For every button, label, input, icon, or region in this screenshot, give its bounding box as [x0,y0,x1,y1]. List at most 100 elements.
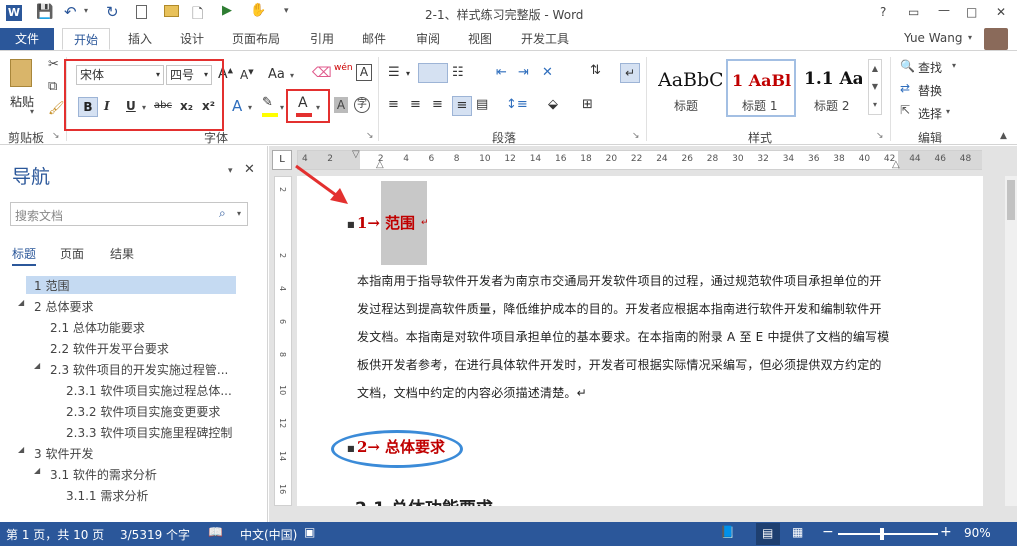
character-shading-icon[interactable]: A [334,97,348,113]
collapse-ribbon-icon[interactable]: ▲ [1000,131,1007,141]
replace-button[interactable]: 替换 [918,82,942,99]
web-layout-icon[interactable]: ▦ [792,525,803,539]
numbering-button[interactable] [418,63,448,83]
search-icon[interactable]: ⌕ [219,206,226,221]
styles-launcher-icon[interactable]: ↘ [876,131,884,141]
select-button[interactable]: 选择 [918,105,942,122]
user-name[interactable]: Yue Wang [904,31,962,45]
macro-icon[interactable]: ▣ [304,525,315,539]
tab-file[interactable]: 文件 [0,28,54,50]
font-launcher-icon[interactable]: ↘ [366,131,374,141]
first-indent-marker-icon[interactable]: ▽ [352,149,360,160]
increase-indent-icon[interactable]: ⇥ [518,65,529,80]
body-text-line[interactable]: 发文档。本指南是对软件项目承担单位的基本要求。在本指南的附录 A 至 E 中提供… [357,328,889,345]
scrollbar-thumb[interactable] [1007,180,1015,220]
bullets-icon[interactable]: ☰ [388,65,400,80]
find-dropdown-icon[interactable]: ▾ [952,61,956,70]
nav-options-icon[interactable]: ▾ [228,166,233,176]
undo-dropdown-icon[interactable]: ▾ [84,6,88,15]
tab-design[interactable]: 设计 [170,28,214,50]
replace-icon[interactable]: ⇄ [900,81,910,95]
nav-item[interactable]: 2.3.1 软件项目实施过程总体... [66,382,232,399]
close-button[interactable]: ✕ [996,5,1006,19]
tab-results[interactable]: 结果 [110,245,134,262]
nav-item[interactable]: 3.1 软件的需求分析 [50,466,157,483]
enclose-characters-icon[interactable]: 字 [354,97,370,113]
save-icon[interactable]: 💾 [36,4,53,20]
nav-item[interactable]: 2.3 软件项目的开发实施过程管... [50,361,228,378]
language[interactable]: 中文(中国) [240,526,297,543]
copy-icon[interactable]: ⧉ [48,79,57,94]
tab-mailings[interactable]: 邮件 [352,28,396,50]
zoom-out-icon[interactable]: − [822,524,834,540]
show-marks-button[interactable]: ↵ [620,63,640,83]
zoom-in-icon[interactable]: + [940,524,952,540]
collapse-icon[interactable]: ◢ [34,361,40,370]
page-count[interactable]: 第 1 页，共 10 页 [6,526,104,543]
body-text-line[interactable]: 本指南用于指导软件开发者为南京市交通局开发软件项目的过程，通过规范软件项目承担单… [357,272,882,289]
format-painter-icon[interactable]: 🖌 [48,101,65,116]
sort-icon[interactable]: ⇅ [590,63,601,78]
nav-item[interactable]: 3 软件开发 [34,445,93,462]
horizontal-ruler[interactable]: 4 2 2 4 6 8 10 12 14 16 18 20 22 24 26 28 30 32 34 36 38 40 42… [297,149,982,170]
maximize-button[interactable]: □ [966,5,977,19]
nav-item[interactable]: 3.1.1 需求分析 [66,487,148,504]
align-center-icon[interactable]: ≡ [410,97,421,112]
undo-icon[interactable]: ↶ [64,3,77,21]
tab-insert[interactable]: 插入 [118,28,162,50]
find-button[interactable]: 查找 [918,59,942,76]
tab-review[interactable]: 审阅 [406,28,450,50]
body-text-line[interactable]: 板供开发者参考，在进行具体软件开发时，开发者可根据实际情况采编写，但必须提供双方… [357,356,882,373]
collapse-icon[interactable]: ◢ [34,466,40,475]
zoom-slider[interactable] [838,533,938,535]
tab-developer[interactable]: 开发工具 [512,28,578,50]
proofing-icon[interactable]: 📖 [208,525,223,539]
nav-search-box[interactable]: 搜索文档 ⌕ ▾ [10,202,248,226]
zoom-slider-thumb[interactable] [880,528,884,540]
multilevel-list-icon[interactable]: ☷ [452,65,464,80]
hanging-indent-marker-icon[interactable]: △ [376,159,384,170]
decrease-indent-icon[interactable]: ⇤ [496,65,507,80]
collapse-icon[interactable]: ◢ [18,445,24,454]
highlight-icon[interactable]: ✎ [262,95,273,110]
style-heading-2[interactable]: 1.1 Aa 标题 2 [800,59,864,117]
align-left-icon[interactable]: ≡ [388,97,399,112]
heading3-text[interactable]: 2.1 总体功能要求 [355,494,493,506]
body-text-line[interactable]: 文档，文档中约定的内容必须描述清楚。↵ [357,384,587,401]
shading-icon[interactable]: ⬙ [548,97,558,112]
nav-close-icon[interactable]: ✕ [244,162,255,177]
select-icon[interactable]: ⇱ [900,103,910,117]
text-effects-dropdown-icon[interactable]: ▾ [248,103,252,112]
search-input[interactable]: 搜索文档 [15,207,63,224]
styles-scroll[interactable]: ▲ ▼ ▾ [868,59,882,115]
right-indent-marker-icon[interactable]: △ [892,159,900,170]
help-button[interactable]: ? [880,5,886,19]
clipboard-launcher-icon[interactable]: ↘ [52,131,60,141]
character-border-icon[interactable]: A [356,64,372,81]
tab-pages[interactable]: 页面 [60,245,84,262]
distributed-icon[interactable]: ▤ [476,97,488,112]
user-dropdown-icon[interactable]: ▾ [968,33,972,42]
redo-icon[interactable]: ↻ [106,3,119,21]
nav-item[interactable]: 2.3.3 软件项目实施里程碑控制 [66,424,232,441]
nav-item[interactable]: 2 总体要求 [34,298,93,315]
open-folder-icon[interactable] [164,5,179,17]
vertical-ruler[interactable]: 2 2 4 6 8 10 12 14 16 [274,176,292,506]
justify-button[interactable]: ≡ [452,96,472,116]
change-case-button[interactable]: Aa [268,67,285,82]
style-heading-1[interactable]: 1 AaBl 标题 1 [726,59,796,117]
tab-view[interactable]: 视图 [458,28,502,50]
borders-icon[interactable]: ⊞ [582,97,593,112]
clear-formatting-icon[interactable]: ⌫ [312,65,332,81]
tab-home[interactable]: 开始 [62,28,110,50]
tab-layout[interactable]: 页面布局 [226,28,286,50]
bullets-dropdown-icon[interactable]: ▾ [406,69,410,78]
paste-icon[interactable] [10,59,32,87]
line-spacing-icon[interactable]: ↕≡ [506,97,528,112]
new-document-icon[interactable] [136,5,147,19]
body-text-line[interactable]: 发过程达到提高软件质量，降低维护成本的目的。开发者应根据本指南进行软件开发和编制… [357,300,882,317]
select-dropdown-icon[interactable]: ▾ [946,107,950,116]
print-preview-icon[interactable]: 🗋 [192,3,203,27]
align-right-icon[interactable]: ≡ [432,97,443,112]
nav-item[interactable]: 2.1 总体功能要求 [50,319,145,336]
